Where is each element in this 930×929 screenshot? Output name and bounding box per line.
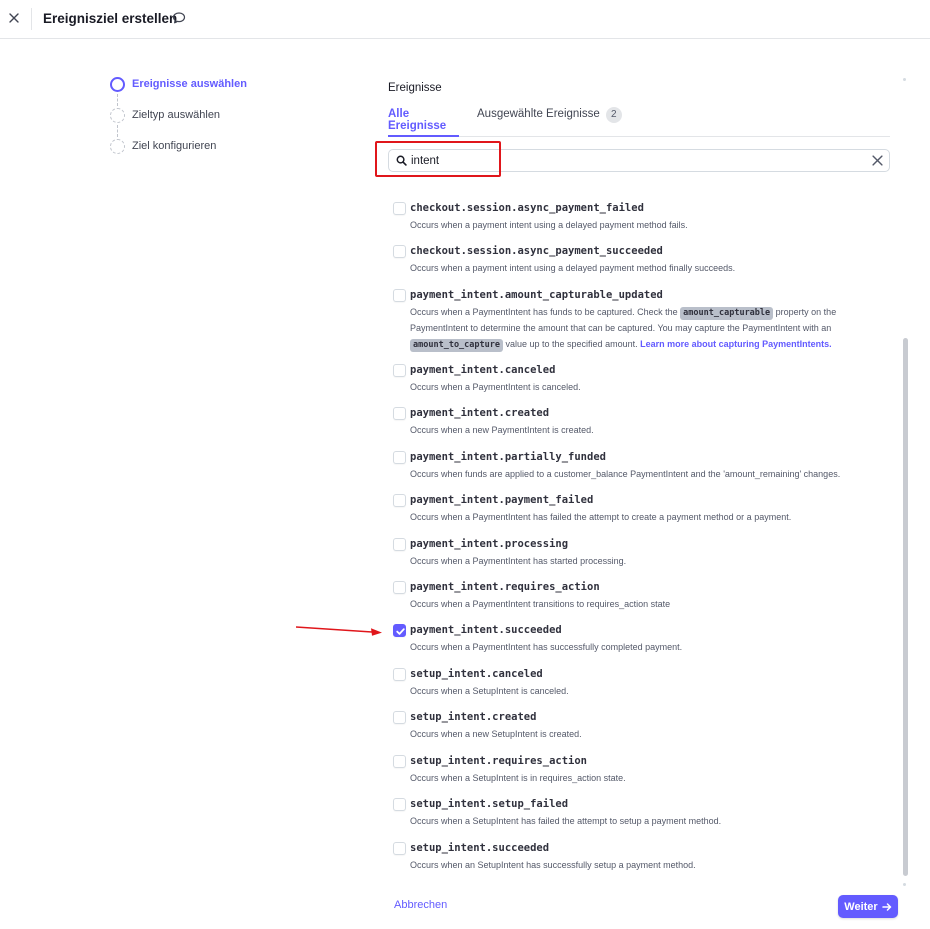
event-description: Occurs when funds are applied to a custo…: [410, 469, 841, 479]
event-checkbox[interactable]: [393, 364, 406, 377]
event-description: Occurs when a payment intent using a del…: [410, 263, 736, 273]
cancel-button[interactable]: Abbrechen: [394, 899, 447, 911]
event-checkbox[interactable]: [393, 711, 406, 724]
event-description: Occurs when a new SetupIntent is created…: [410, 729, 582, 739]
clear-icon[interactable]: [872, 155, 883, 166]
stepper: Ereignisse auswählen Zieltyp auswählen Zie…: [110, 76, 247, 169]
next-button[interactable]: Weiter: [838, 895, 898, 918]
event-checkbox[interactable]: [393, 798, 406, 811]
event-checkbox[interactable]: [393, 451, 406, 464]
speech-bubble-icon: [172, 12, 186, 24]
event-description: Occurs when a PaymentIntent has failed t…: [410, 512, 792, 522]
tab-bar: Alle Ereignisse Ausgewählte Ereignisse 2: [388, 104, 890, 137]
tab-selected-events[interactable]: Ausgewählte Ereignisse 2: [477, 107, 622, 137]
scrollbar-thumb[interactable]: [903, 338, 908, 876]
search-field[interactable]: [388, 149, 890, 172]
tab-all-events[interactable]: Alle Ereignisse: [388, 108, 459, 137]
event-description: Occurs when a PaymentIntent transitions …: [410, 599, 671, 609]
event-description: Occurs when a payment intent using a del…: [410, 220, 688, 230]
step-pending-circle-icon: [110, 108, 125, 123]
event-name: checkout.session.async_payment_succeeded: [410, 245, 663, 257]
section-label: Ereignisse: [388, 82, 442, 94]
event-description: Occurs when a PaymentIntent has started …: [410, 556, 627, 566]
close-button[interactable]: [4, 8, 24, 28]
step-active-circle-icon: [110, 77, 125, 92]
event-name: payment_intent.succeeded: [410, 624, 562, 636]
event-description: Occurs when a PaymentIntent has funds to…: [410, 304, 863, 352]
close-icon: [9, 13, 19, 23]
event-name: setup_intent.created: [410, 711, 537, 723]
event-checkbox[interactable]: [393, 581, 406, 594]
event-checkbox[interactable]: [393, 755, 406, 768]
check-icon: [396, 628, 405, 635]
arrow-right-icon: [881, 902, 891, 911]
event-name: checkout.session.async_payment_failed: [410, 202, 644, 214]
event-description: Occurs when a PaymentIntent has successf…: [410, 642, 683, 652]
description-text: Occurs when a PaymentIntent has funds to…: [410, 307, 681, 317]
description-text: value up to the specified amount.: [503, 339, 641, 349]
event-name: payment_intent.amount_capturable_updated: [410, 289, 663, 301]
event-name: payment_intent.canceled: [410, 364, 556, 376]
event-description: Occurs when a PaymentIntent is canceled.: [410, 382, 581, 392]
step-label: Ziel konfigurieren: [132, 140, 217, 152]
selected-count-badge: 2: [605, 107, 622, 123]
event-name: payment_intent.created: [410, 407, 550, 419]
event-checkbox[interactable]: [393, 202, 406, 215]
step-connector: [117, 94, 118, 106]
scroll-down-indicator: [903, 883, 906, 886]
event-description: Occurs when a new PaymentIntent is creat…: [410, 425, 594, 435]
top-bar: Ereignisziel erstellen: [0, 0, 930, 39]
event-checkbox[interactable]: [393, 538, 406, 551]
divider: [31, 8, 32, 30]
learn-more-link[interactable]: Learn more about capturing PaymentIntent…: [640, 339, 832, 349]
page-title: Ereignisziel erstellen: [43, 11, 178, 26]
search-input[interactable]: [411, 152, 861, 170]
feedback-button[interactable]: [172, 11, 188, 27]
next-button-label: Weiter: [844, 900, 878, 913]
step-connector: [117, 125, 118, 137]
event-description: Occurs when a SetupIntent has failed the…: [410, 816, 722, 826]
step-label: Ereignisse auswählen: [132, 78, 247, 90]
code-chip: amount_to_capture: [410, 339, 503, 352]
event-description: Occurs when a SetupIntent is in requires…: [410, 773, 626, 783]
scroll-up-indicator: [903, 78, 906, 81]
event-name: setup_intent.succeeded: [410, 842, 550, 854]
event-name: payment_intent.partially_funded: [410, 451, 606, 463]
step-item: Zieltyp auswählen: [110, 107, 247, 138]
event-checkbox[interactable]: [393, 842, 406, 855]
event-name: setup_intent.requires_action: [410, 755, 588, 767]
step-item: Ziel konfigurieren: [110, 138, 247, 169]
event-checkbox[interactable]: [393, 494, 406, 507]
step-pending-circle-icon: [110, 139, 125, 154]
event-name: setup_intent.canceled: [410, 668, 543, 680]
event-checkbox[interactable]: [393, 668, 406, 681]
step-item: Ereignisse auswählen: [110, 76, 247, 107]
event-checkbox[interactable]: [393, 407, 406, 420]
search-icon: [396, 155, 407, 166]
event-name: setup_intent.setup_failed: [410, 798, 569, 810]
event-name: payment_intent.processing: [410, 538, 569, 550]
event-description: Occurs when a SetupIntent is canceled.: [410, 686, 569, 696]
event-checkbox[interactable]: [393, 624, 406, 637]
tab-selected-label: Ausgewählte Ereignisse: [477, 108, 600, 120]
event-description: Occurs when an SetupIntent has successfu…: [410, 860, 696, 870]
event-name: payment_intent.payment_failed: [410, 494, 594, 506]
step-label: Zieltyp auswählen: [132, 109, 221, 121]
code-chip: amount_capturable: [680, 307, 774, 320]
annotation-arrow-icon: [296, 626, 382, 636]
event-name: payment_intent.requires_action: [410, 581, 600, 593]
event-checkbox[interactable]: [393, 289, 406, 302]
event-checkbox[interactable]: [393, 245, 406, 258]
